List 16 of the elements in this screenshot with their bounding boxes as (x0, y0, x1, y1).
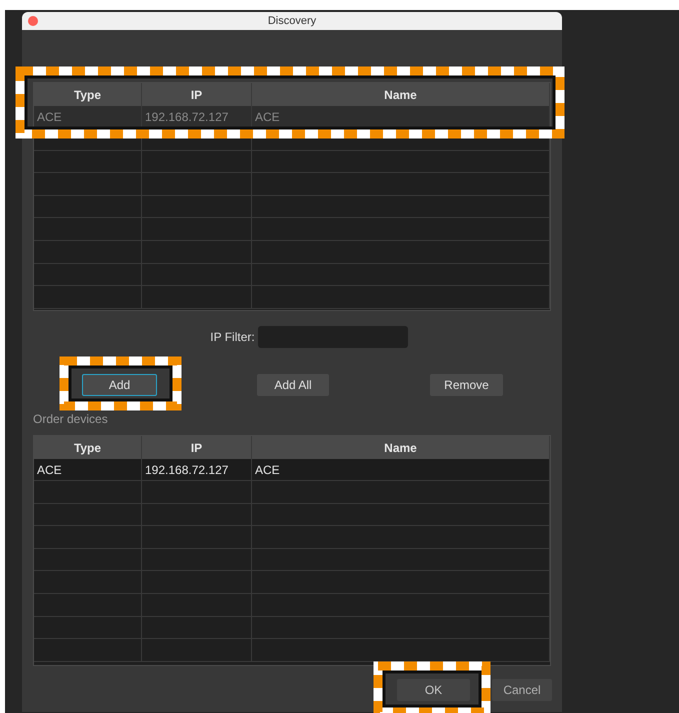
table-cell: ACE (252, 459, 550, 480)
add-all-button[interactable]: Add All (257, 374, 329, 396)
remove-button[interactable]: Remove (430, 374, 503, 396)
ip-filter-label: IP Filter: (210, 329, 255, 346)
table-cell: 192.168.72.127 (142, 459, 252, 480)
cancel-button[interactable]: Cancel (492, 679, 552, 701)
ok-button[interactable]: OK (397, 679, 470, 701)
table-cell: ACE (34, 106, 142, 127)
section-label: Order devices (33, 412, 109, 426)
ip-filter-field[interactable] (258, 326, 408, 348)
add-button[interactable]: Add (82, 374, 157, 396)
close-button[interactable] (28, 16, 38, 26)
table-cell: 192.168.72.127 (142, 106, 252, 127)
window-title: Discovery (268, 14, 316, 29)
table-cell: ACE (252, 106, 550, 127)
table-cell: ACE (34, 459, 142, 480)
